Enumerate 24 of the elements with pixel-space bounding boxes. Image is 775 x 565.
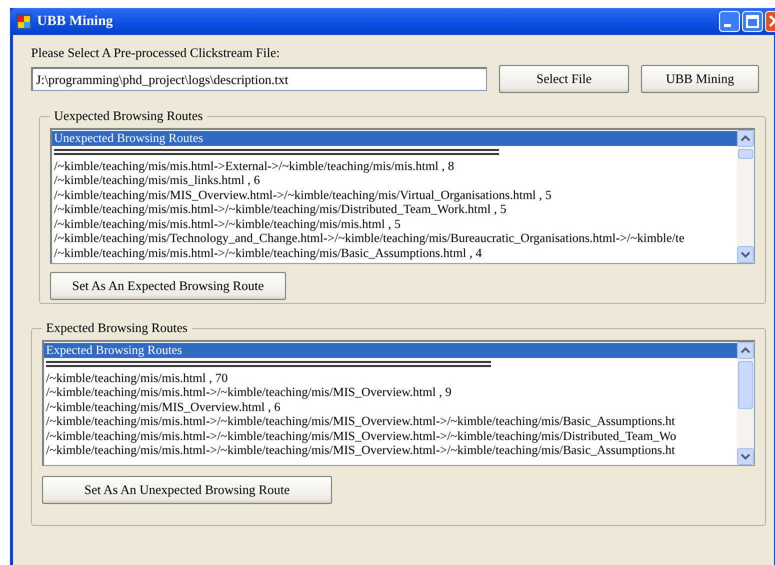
list-item[interactable]: /~kimble/teaching/mis/mis.html->/~kimble/teaching/mis/MIS_Overview.html->/~kimble/teaching/mis/Basic_Assumptions.ht	[44, 414, 737, 428]
set-route-button[interactable]: Set As An Unexpected Browsing Route	[42, 476, 332, 504]
list-item[interactable]: /~kimble/teaching/mis/mis.html->External->/~kimble/teaching/mis/mis.html , 8	[52, 158, 737, 173]
list-item[interactable]: /~kimble/teaching/mis/MIS_Overview.html->/~kimble/teaching/mis/Virtual_Organisations.html , 5	[52, 188, 737, 202]
list-item[interactable]: /~kimble/teaching/mis/mis.html->/~kimble/teaching/mis/MIS_Overview.html->/~kimble/teaching/mis/Basic_Assumptions.ht	[44, 443, 737, 458]
list-item[interactable]: Unexpected Browsing Routes	[52, 131, 737, 146]
select-file-button[interactable]: Select File	[499, 65, 629, 93]
list-item[interactable]: /~kimble/teaching/mis/mis.html->/~kimble/teaching/mis/Distributed_Team_Work.html , 5	[52, 202, 737, 216]
file-path-field[interactable]: J:\programming\phd_project\logs\description.txt	[31, 67, 487, 91]
list-item[interactable]: /~kimble/teaching/mis/mis.html->/~kimble/teaching/mis/Basic_Assumptions.html , 4	[52, 246, 737, 260]
list-item[interactable]: /~kimble/teaching/mis/mis.html , 70	[44, 370, 737, 385]
file-label: Please Select A Pre-processed Clickstream File:	[31, 45, 281, 61]
list-item[interactable]: /~kimble/teaching/mis/Technology_and_Change.html->/~kimble/teaching/mis/Bureaucratic_Organisations.html->/~kimble/te	[52, 231, 737, 246]
list-item[interactable]: /~kimble/teaching/mis/mis_links.html , 6	[52, 173, 737, 188]
window-title: UBB Mining	[37, 14, 114, 30]
list-item[interactable]: Expected Browsing Routes	[44, 343, 737, 358]
group-title: Expected Browsing Routes	[45, 320, 189, 336]
list-item[interactable]: /~kimble/teaching/mis/mis.html->/~kimble/teaching/mis/MIS_Overview.html->/~kimble/teaching/mis/Distributed_Team_Wo	[44, 428, 737, 443]
set-route-button[interactable]: Set As An Expected Browsing Route	[50, 272, 286, 300]
list-item[interactable]: /~kimble/teaching/mis/mis.html->/~kimble/teaching/mis/MIS_Overview.html , 9	[44, 385, 737, 400]
list-item[interactable]: /~kimble/teaching/mis/MIS_Overview.html , 6	[44, 400, 737, 414]
mining-button[interactable]: UBB Mining	[641, 65, 759, 93]
group-title: Uexpected Browsing Routes	[53, 108, 204, 124]
list-item[interactable]: /~kimble/teaching/mis/mis.html->/~kimble/teaching/mis/mis.html , 5	[52, 216, 737, 231]
